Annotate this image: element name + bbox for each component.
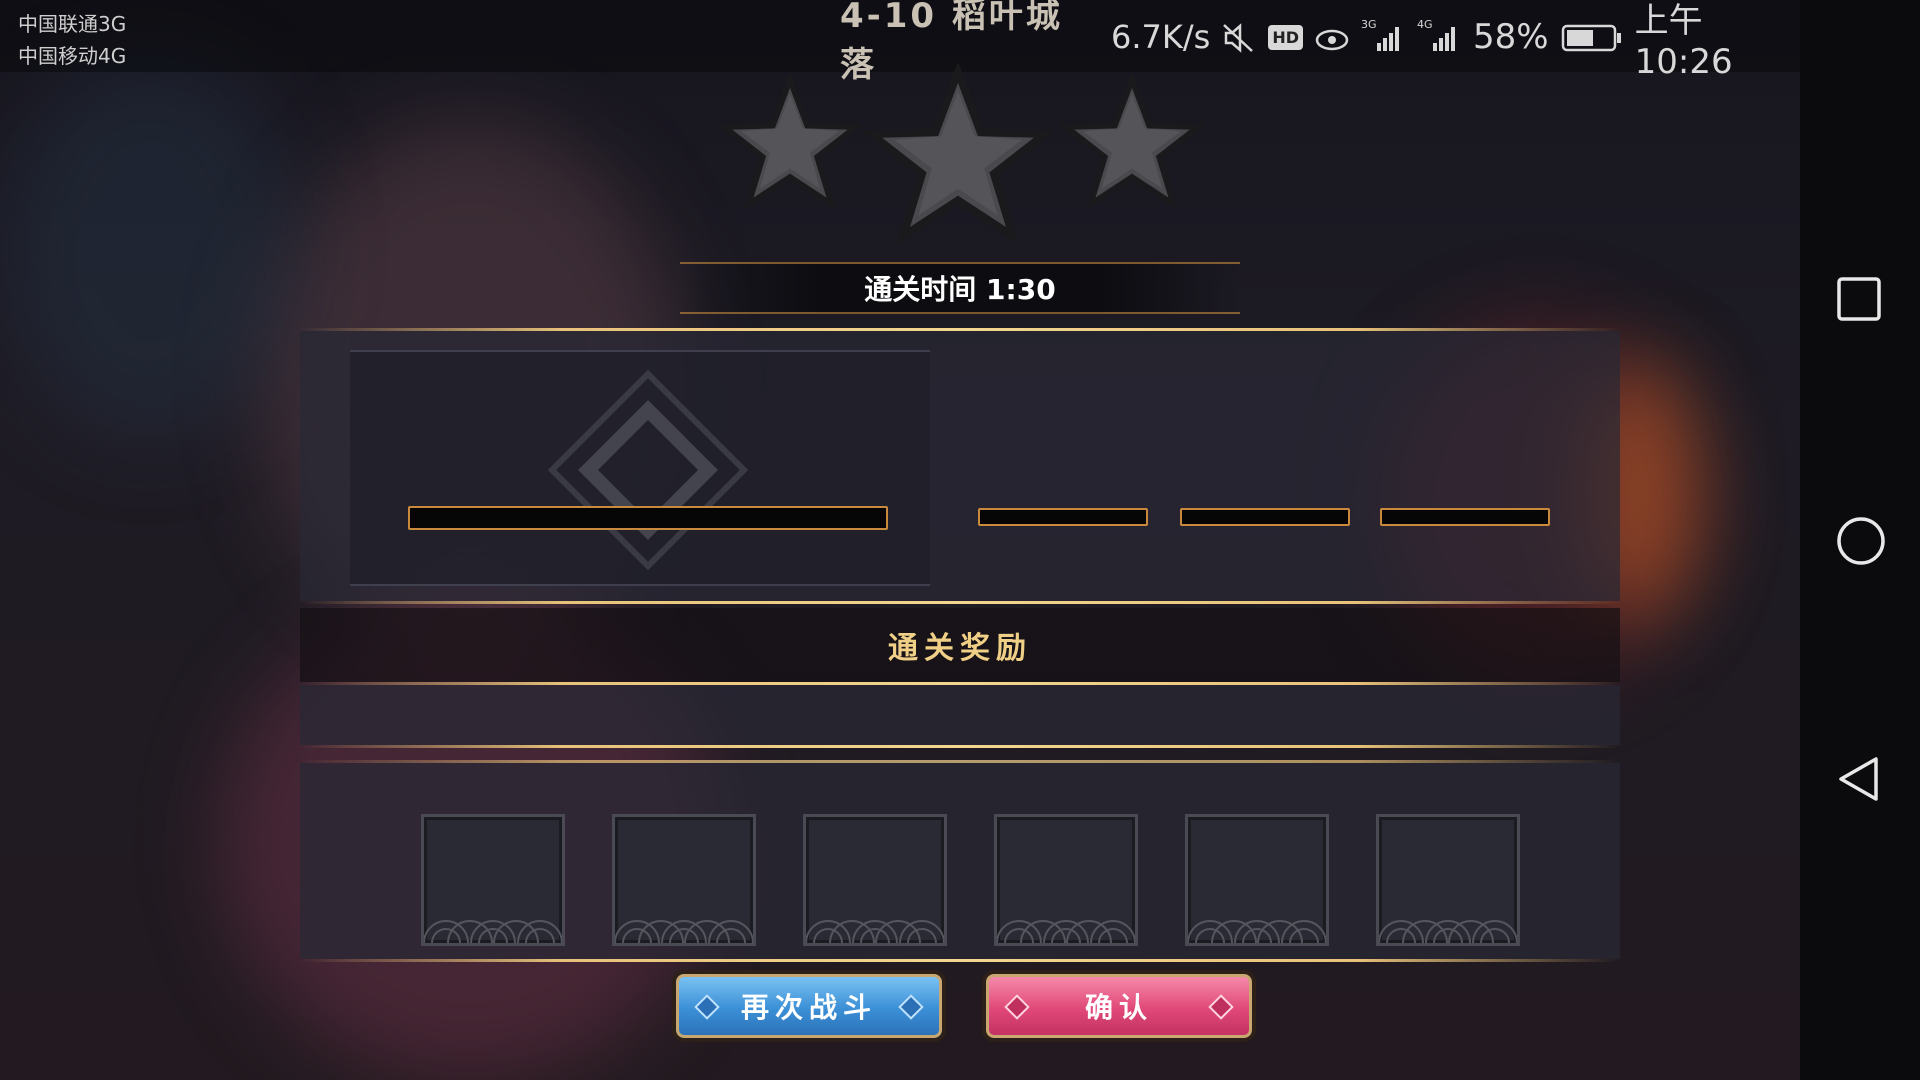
battery-icon: [1561, 22, 1623, 52]
network-speed: 6.7K/s: [1111, 18, 1211, 56]
wave-pattern-icon: [1188, 920, 1326, 943]
signal-4g-icon: 4G: [1417, 18, 1461, 52]
signal-3g-icon: 3G: [1361, 18, 1405, 52]
member-exp-bar-1: [978, 508, 1148, 526]
navigation-bar: [1800, 0, 1920, 1080]
wave-pattern-icon: [424, 920, 562, 943]
hero-slot: [350, 350, 930, 586]
diamond-icon: [898, 994, 924, 1020]
eye-icon: [1315, 22, 1349, 52]
confirm-button[interactable]: 确认: [982, 970, 1256, 1042]
clock: 上午10:26: [1634, 0, 1733, 82]
retry-button[interactable]: 再次战斗: [672, 970, 946, 1042]
retry-button-label: 再次战斗: [740, 991, 877, 1024]
star-icon-left: [718, 74, 862, 210]
clear-time-text: 通关时间 1:30: [864, 273, 1056, 306]
hero-exp-bar: [408, 506, 888, 530]
member-exp-bar-3: [1380, 508, 1550, 526]
reward-slot-4[interactable]: [994, 814, 1138, 946]
reward-slot-5[interactable]: [1185, 814, 1329, 946]
diamond-icon: [1208, 994, 1234, 1020]
net-3g-label: 3G: [1361, 18, 1377, 31]
back-icon[interactable]: [1836, 756, 1882, 802]
reward-slot-1[interactable]: [421, 814, 565, 946]
reward-subpanel: [300, 685, 1620, 745]
diamond-icon: [1004, 994, 1030, 1020]
wave-pattern-icon: [615, 920, 753, 943]
wave-pattern-icon: [806, 920, 944, 943]
reward-slot-3[interactable]: [803, 814, 947, 946]
member-exp-bar-2: [1180, 508, 1350, 526]
carrier-2: 中国移动4G: [18, 44, 127, 68]
reward-slot-2[interactable]: [612, 814, 756, 946]
reward-slot-6[interactable]: [1376, 814, 1520, 946]
status-right-group: 4-10 稻叶城落 6.7K/s HD 3G 4G 58% 上午10:26: [840, 0, 1800, 85]
divider-reward-top: [300, 601, 1620, 604]
net-4g-label: 4G: [1417, 18, 1433, 31]
star-icon-right: [1060, 74, 1204, 210]
star-icon-center: [864, 64, 1052, 244]
carrier-1: 中国联通3G: [18, 12, 127, 36]
recent-apps-icon[interactable]: [1836, 276, 1882, 322]
reward-title-text: 通关奖励: [888, 631, 1032, 666]
divider-items-top-a: [300, 745, 1620, 748]
diamond-icon: [694, 994, 720, 1020]
confirm-button-label: 确认: [1084, 991, 1153, 1024]
reward-title: 通关奖励: [300, 608, 1620, 682]
clear-time-banner: 通关时间 1:30: [680, 262, 1240, 314]
hd-badge: HD: [1268, 24, 1304, 50]
wave-pattern-icon: [1379, 920, 1517, 943]
diamond-emblem-icon: [548, 370, 748, 570]
mute-icon: [1222, 22, 1256, 53]
home-icon[interactable]: [1836, 516, 1886, 566]
divider-bottom: [300, 959, 1620, 962]
status-bar: 中国联通3G 中国移动4G 4-10 稻叶城落 6.7K/s HD 3G 4G …: [0, 0, 1800, 85]
wave-pattern-icon: [997, 920, 1135, 943]
battery-percent: 58%: [1473, 17, 1549, 57]
